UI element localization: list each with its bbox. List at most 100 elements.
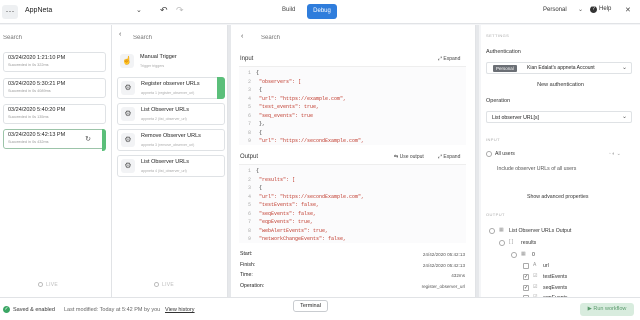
array-icon: [ ] xyxy=(509,239,514,245)
column-resize-handle[interactable] xyxy=(476,25,479,297)
use-output-label: Use output xyxy=(399,154,424,160)
output-checkbox[interactable]: ✓ xyxy=(523,274,529,280)
code-line: 5 "testEvents": false, xyxy=(247,202,320,208)
output-tree-field[interactable]: url xyxy=(543,263,549,269)
run-workflow-label: Run workflow xyxy=(593,306,627,312)
live-label: LIVE xyxy=(162,282,175,288)
authentication-select[interactable]: Personal Kian Edalat's appneta Account ⌄ xyxy=(486,62,632,74)
output-code[interactable]: 1{ 2 "results": [ 3 { 4 "url": "https://… xyxy=(239,164,466,243)
boolean-icon: ☑ xyxy=(533,284,538,290)
run-item[interactable]: 03/24/2020 5:40:20 PM Succeeded in 0s 13… xyxy=(3,104,106,124)
step-list-observer-urls-2[interactable]: ⚙ List Observer URLs appneta 4 (list_obs… xyxy=(117,155,225,177)
play-icon: ▶ xyxy=(587,306,592,312)
output-tree-root[interactable]: List Observer URLs Output xyxy=(509,228,571,234)
step-manual-trigger[interactable]: ☝ Manual Trigger Trigger triggers xyxy=(117,51,225,73)
terminal-button[interactable]: Terminal xyxy=(293,300,328,312)
all-users-radio[interactable] xyxy=(486,151,492,157)
run-item[interactable]: 03/24/2020 1:21:10 PM Succeeded in 0s 32… xyxy=(3,52,106,72)
include-all-users-text: Include observer URLs of all users xyxy=(497,166,577,172)
toggle-icon[interactable]: ◦ ◐ ⌄ xyxy=(609,151,621,157)
all-users-label: All users xyxy=(495,151,515,157)
meta-value-operation: register_observer_url xyxy=(421,284,465,289)
chevron-down-icon[interactable]: ⌄ xyxy=(136,6,142,14)
object-icon: ▦ xyxy=(521,251,526,257)
input-section-label: INPUT xyxy=(486,137,500,142)
code-line: 2 "results": [ xyxy=(247,176,296,183)
run-workflow-button[interactable]: ▶ Run workflow xyxy=(580,303,634,316)
code-line: 7 }, xyxy=(247,121,266,127)
steps-panel: ‹ ☝ Manual Trigger Trigger triggers ⚙ Re… xyxy=(112,25,228,297)
more-dots-icon[interactable]: ⋯ xyxy=(2,5,18,19)
appneta-icon: ⚙ xyxy=(121,107,135,121)
operation-select[interactable]: List observer URL[s] ⌄ xyxy=(486,111,632,123)
redo-icon[interactable]: ↷ xyxy=(176,5,184,16)
status-bar: ✓ Saved & enabled Last modified: Today a… xyxy=(0,297,640,320)
runs-search-input[interactable] xyxy=(3,32,103,44)
output-tree-field[interactable]: testEvents xyxy=(543,274,567,280)
selected-indicator xyxy=(217,77,225,99)
step-register-observer-urls[interactable]: ⚙ Register observer URLs appneta 1 (regi… xyxy=(117,77,225,99)
operation-label: Operation xyxy=(486,98,511,104)
live-dot-icon xyxy=(154,282,159,287)
run-item[interactable]: 03/24/2020 5:30:21 PM Succeeded in 0s 40… xyxy=(3,78,106,98)
output-checkbox[interactable]: ✓ xyxy=(523,285,529,291)
use-output-button[interactable]: ⇆ Use output xyxy=(394,154,424,160)
output-tree-index[interactable]: 0 xyxy=(532,252,535,258)
new-authentication-button[interactable]: New authentication xyxy=(481,82,640,88)
step-subtitle: Trigger triggers xyxy=(140,64,165,68)
output-tree-field[interactable]: seqEvents xyxy=(543,285,567,291)
code-line: 5 "test_events": true, xyxy=(247,104,320,110)
code-line: 8 "webAlertEvents": true, xyxy=(247,227,329,234)
code-line: 4 "url": "https://secondExample.com", xyxy=(247,193,365,200)
output-toggle[interactable] xyxy=(499,240,505,246)
string-icon: A xyxy=(533,262,537,268)
live-indicator[interactable]: LIVE xyxy=(154,282,174,288)
account-selector[interactable]: Personal xyxy=(543,7,567,13)
view-history-link[interactable]: View history xyxy=(165,307,195,313)
output-expand-button[interactable]: ⤢ Expand xyxy=(438,154,460,160)
appneta-icon: ⚙ xyxy=(121,159,135,173)
account-chevron-icon[interactable]: ⌄ xyxy=(578,6,583,13)
code-line: 1{ xyxy=(247,168,260,174)
step-title: Register observer URLs xyxy=(141,81,200,87)
help-button[interactable]: ? Help xyxy=(590,6,611,13)
code-line: 6 "seqEvents": false, xyxy=(247,210,317,217)
tab-debug[interactable]: Debug xyxy=(307,4,337,19)
input-code[interactable]: 1{ 2 "observers": [ 3 { 4 "url": "https:… xyxy=(239,66,466,145)
tab-build[interactable]: Build xyxy=(282,7,295,13)
expand-label: Expand xyxy=(443,56,461,62)
detail-search-input[interactable] xyxy=(261,32,461,44)
run-status: Succeeded in 0s 4089ms xyxy=(8,89,51,93)
undo-icon[interactable]: ↶ xyxy=(160,5,168,16)
step-title: Manual Trigger xyxy=(140,54,177,60)
live-indicator[interactable]: LIVE xyxy=(38,282,58,288)
step-subtitle: appneta 3 (remove_observer_url) xyxy=(141,143,195,147)
chevron-down-icon: ⌄ xyxy=(621,114,627,120)
back-chevron-icon[interactable]: ‹ xyxy=(119,31,121,38)
operation-value: List observer URL[s] xyxy=(492,115,539,121)
show-advanced-properties-button[interactable]: Show advanced properties xyxy=(527,194,588,200)
output-toggle[interactable] xyxy=(489,228,495,234)
step-list-observer-urls[interactable]: ⚙ List Observer URLs appneta 2 (list_obs… xyxy=(117,103,225,125)
meta-value-start: 24/42/2020 05:42:13 xyxy=(422,252,465,257)
output-toggle[interactable] xyxy=(511,252,517,258)
replay-icon[interactable]: ↻ xyxy=(85,135,91,143)
output-checkbox[interactable] xyxy=(523,263,529,269)
auth-personal-tag: Personal xyxy=(493,65,517,72)
step-detail-panel: ‹ Input ⤢ Expand 1{ 2 "observers": [ 3 {… xyxy=(231,25,476,297)
meta-value-finish: 24/42/2020 05:42:13 xyxy=(422,263,465,268)
back-chevron-icon[interactable]: ‹ xyxy=(241,33,243,40)
step-subtitle: appneta 4 (list_observer_url) xyxy=(141,169,187,173)
boolean-icon: ☑ xyxy=(533,273,538,279)
step-remove-observer-urls[interactable]: ⚙ Remove Observer URLs appneta 3 (remove… xyxy=(117,129,225,151)
authentication-label: Authentication xyxy=(486,49,521,55)
close-icon[interactable]: ✕ xyxy=(625,6,631,14)
input-expand-button[interactable]: ⤢ Expand xyxy=(438,56,460,62)
output-tree-results[interactable]: results xyxy=(521,240,536,246)
run-item-selected[interactable]: 03/24/2020 5:42:13 PM Succeeded in 0s 43… xyxy=(3,129,106,151)
live-dot-icon xyxy=(38,282,43,287)
app-title[interactable]: AppNeta xyxy=(25,7,52,14)
steps-search-input[interactable] xyxy=(133,32,223,44)
meta-label-start: Start: xyxy=(240,251,253,257)
saved-status: Saved & enabled xyxy=(13,307,55,313)
